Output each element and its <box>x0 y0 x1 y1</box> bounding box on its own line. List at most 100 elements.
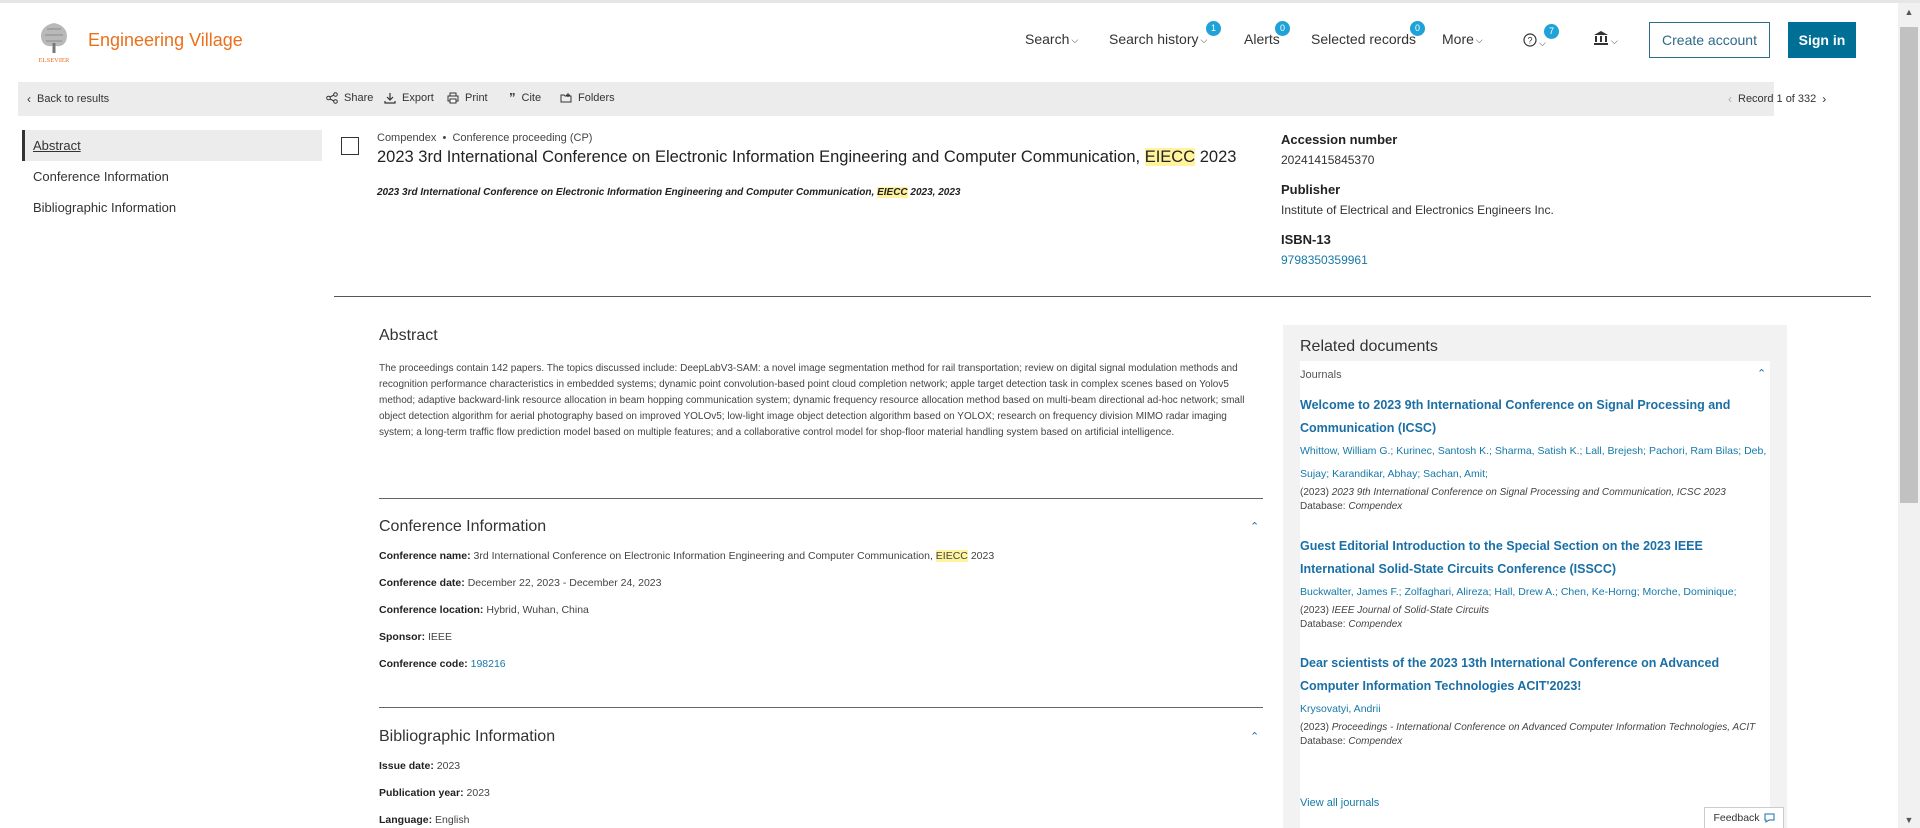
record-pager: ‹ Record 1 of 332 › <box>1728 92 1826 106</box>
next-record-icon[interactable]: › <box>1822 92 1826 106</box>
sidebar-item-abstract[interactable]: Abstract <box>22 130 322 161</box>
logo-text: ELSEVIER <box>39 57 70 64</box>
sidebar-item-conference-information[interactable]: Conference Information <box>22 161 322 192</box>
view-all-journals-link[interactable]: View all journals <box>1300 797 1379 809</box>
conference-name-label: Conference name: <box>379 550 471 562</box>
sidebar-item-bibliographic-information[interactable]: Bibliographic Information <box>22 192 322 223</box>
chevron-down-icon: ⌵ <box>1475 35 1483 45</box>
conference-code: Conference code: 198216 <box>379 658 506 670</box>
nav-institution[interactable]: ⌵ <box>1593 30 1618 48</box>
related-document-title[interactable]: Dear scientists of the 2023 13th Interna… <box>1300 652 1770 698</box>
nav-search-history[interactable]: Search history ⌵ 1 <box>1109 21 1221 47</box>
database-value: Compendex <box>1348 619 1403 630</box>
database-value: Compendex <box>1348 501 1403 512</box>
print-label: Print <box>465 92 488 104</box>
top-header: ELSEVIER Engineering Village Search ⌵ Sea… <box>0 3 1898 80</box>
scrollbar-thumb[interactable] <box>1900 27 1918 503</box>
database-label: Database: <box>1300 619 1346 630</box>
section-divider <box>379 707 1263 708</box>
header-divider <box>334 296 1871 297</box>
conference-location-label: Conference location: <box>379 604 484 616</box>
nav-alerts-label: Alerts <box>1244 31 1280 47</box>
conference-date-value: December 22, 2023 - December 24, 2023 <box>467 577 662 589</box>
section-divider <box>379 498 1263 499</box>
related-document-year: (2023) <box>1300 605 1329 616</box>
help-icon: ? <box>1523 33 1537 47</box>
quote-icon: ” <box>509 90 516 105</box>
chevron-down-icon: ⌵ <box>1071 35 1079 45</box>
collapse-chevron-icon[interactable]: ⌃ <box>1250 520 1259 533</box>
issue-date-value: 2023 <box>436 760 461 772</box>
conference-location: Conference location: Hybrid, Wuhan, Chin… <box>379 604 589 616</box>
conference-name-value: 3rd International Conference on Electron… <box>473 550 933 562</box>
source-title-year: 2023, 2023 <box>910 187 961 198</box>
record-title-year: 2023 <box>1199 148 1237 166</box>
related-document-authors[interactable]: Buckwalter, James F.; Zolfaghari, Alirez… <box>1300 581 1770 604</box>
select-record-checkbox[interactable] <box>341 137 359 155</box>
chevron-down-icon: ⌵ <box>1611 36 1618 46</box>
conference-code-link[interactable]: 198216 <box>471 658 506 670</box>
share-label: Share <box>344 92 374 104</box>
conference-date: Conference date: December 22, 2023 - Dec… <box>379 577 661 589</box>
nav-alerts[interactable]: Alerts 0 <box>1244 21 1290 47</box>
share-button[interactable]: Share <box>326 92 373 104</box>
scroll-up-arrow-icon[interactable]: ▲ <box>1900 7 1918 17</box>
isbn-label: ISBN-13 <box>1281 232 1331 247</box>
feedback-label: Feedback <box>1713 812 1760 824</box>
elsevier-logo[interactable]: ELSEVIER <box>33 17 75 64</box>
related-document: Guest Editorial Introduction to the Spec… <box>1300 535 1770 632</box>
publisher-value: Institute of Electrical and Electronics … <box>1281 203 1554 217</box>
nav-more[interactable]: More ⌵ <box>1442 31 1483 47</box>
share-icon <box>326 92 338 104</box>
conference-date-label: Conference date: <box>379 577 465 589</box>
sponsor-label: Sponsor: <box>379 631 426 643</box>
journals-label: Journals <box>1300 369 1342 381</box>
export-button[interactable]: Export <box>384 92 434 104</box>
folders-label: Folders <box>578 92 615 104</box>
database-value: Compendex <box>1348 736 1403 747</box>
print-icon <box>447 92 459 104</box>
folders-button[interactable]: Folders <box>560 92 615 104</box>
collapse-chevron-icon[interactable]: ⌃ <box>1757 367 1766 380</box>
nav-help[interactable]: ? ⌵ 7 <box>1523 24 1559 50</box>
alerts-badge: 0 <box>1275 21 1290 36</box>
nav-more-label: More <box>1442 31 1474 47</box>
nav-search-label: Search <box>1025 31 1070 47</box>
chevron-down-icon: ⌵ <box>1539 38 1546 48</box>
language: Language: English <box>379 814 469 826</box>
section-sidebar: Abstract Conference Information Bibliogr… <box>22 130 322 223</box>
scroll-down-arrow-icon[interactable]: ▼ <box>1900 815 1918 825</box>
related-document-authors[interactable]: Whittow, William G.; Kurinec, Santosh K.… <box>1300 440 1770 486</box>
database-label: Database: <box>1300 501 1346 512</box>
nav-selected-records[interactable]: Selected records 0 <box>1311 21 1425 47</box>
language-value: English <box>435 814 470 826</box>
nav-search[interactable]: Search ⌵ <box>1025 31 1078 47</box>
related-document: Dear scientists of the 2023 13th Interna… <box>1300 652 1770 749</box>
related-document-authors[interactable]: Krysovatyi, Andrii <box>1300 698 1770 721</box>
nav-search-history-label: Search history <box>1109 31 1199 47</box>
publication-year: Publication year: 2023 <box>379 787 490 799</box>
isbn-link[interactable]: 9798350359961 <box>1281 253 1368 267</box>
chevron-down-icon: ⌵ <box>1200 35 1208 45</box>
related-documents-heading: Related documents <box>1300 338 1438 355</box>
print-button[interactable]: Print <box>447 92 488 104</box>
bullet: • <box>442 132 447 144</box>
feedback-button[interactable]: Feedback <box>1704 807 1784 828</box>
issue-date-label: Issue date: <box>379 760 434 772</box>
previous-record-icon[interactable]: ‹ <box>1728 92 1732 106</box>
create-account-button[interactable]: Create account <box>1649 22 1770 58</box>
brand-title[interactable]: Engineering Village <box>88 30 243 51</box>
collapse-chevron-icon[interactable]: ⌃ <box>1250 730 1259 743</box>
related-document-title[interactable]: Guest Editorial Introduction to the Spec… <box>1300 535 1770 581</box>
cite-button[interactable]: ” Cite <box>509 90 541 105</box>
related-document-publication: 2023 9th International Conference on Sig… <box>1331 487 1726 498</box>
back-to-results-link[interactable]: ‹ Back to results <box>27 92 109 106</box>
publisher-label: Publisher <box>1281 182 1341 197</box>
database-name: Compendex <box>377 132 437 144</box>
chat-bubble-icon <box>1764 813 1775 823</box>
sign-in-button[interactable]: Sign in <box>1788 22 1856 58</box>
conference-name-year: 2023 <box>970 550 995 562</box>
accession-value: 20241415845370 <box>1281 153 1375 167</box>
related-document-title[interactable]: Welcome to 2023 9th International Confer… <box>1300 394 1770 440</box>
abstract-text: The proceedings contain 142 papers. The … <box>379 363 1245 438</box>
